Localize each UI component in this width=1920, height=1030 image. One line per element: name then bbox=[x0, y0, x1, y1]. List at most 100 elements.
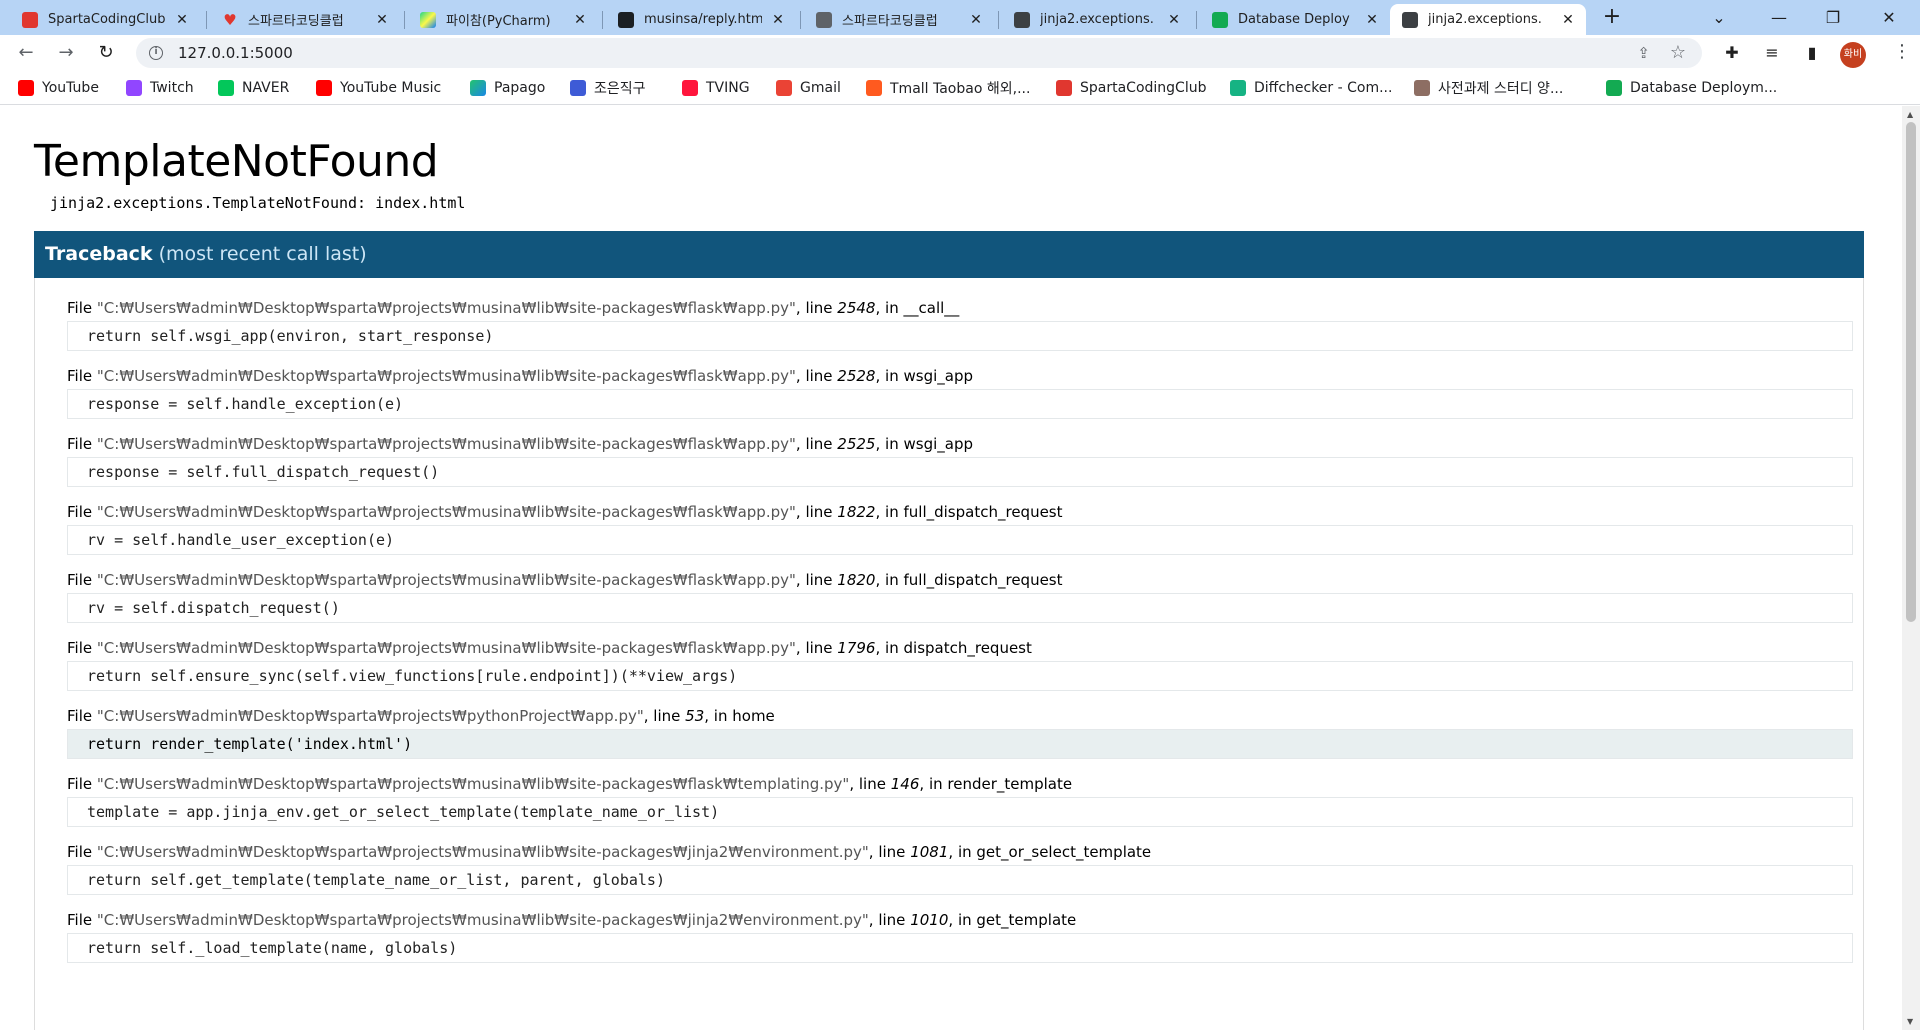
in-label: in bbox=[957, 911, 972, 929]
bookmark-papago[interactable]: Papago bbox=[470, 79, 545, 97]
bookmark-joeun[interactable]: 조은직구 bbox=[570, 79, 646, 97]
site-info-icon[interactable]: i bbox=[149, 46, 163, 60]
frame-function-name: __call__ bbox=[903, 299, 960, 317]
frame-source-line[interactable]: return self.wsgi_app(environ, start_resp… bbox=[67, 321, 1853, 351]
bookmark-tmall[interactable]: Tmall Taobao 해외,... bbox=[866, 79, 1030, 97]
frame-line-number: 2525 bbox=[837, 435, 876, 453]
naver-icon bbox=[218, 80, 234, 96]
frame-source-line-current[interactable]: return render_template('index.html') bbox=[67, 729, 1853, 759]
frame-source-line[interactable]: response = self.handle_exception(e) bbox=[67, 389, 1853, 419]
tab-search-icon[interactable]: ⌄ bbox=[1704, 6, 1734, 30]
frame-line-number: 1081 bbox=[910, 843, 949, 861]
bookmark-star-icon[interactable]: ☆ bbox=[1670, 42, 1686, 63]
frame-location: File "C:₩Users₩admin₩Desktop₩sparta₩proj… bbox=[67, 299, 960, 317]
in-label: in bbox=[885, 571, 899, 589]
tab-6[interactable]: Database Deploy ✕ bbox=[1200, 4, 1390, 35]
forward-button[interactable]: → bbox=[54, 41, 78, 65]
tab-7-active[interactable]: jinja2.exceptions. ✕ bbox=[1390, 4, 1586, 35]
bookmark-twitch[interactable]: Twitch bbox=[126, 79, 194, 97]
close-icon[interactable]: ✕ bbox=[1166, 12, 1182, 28]
minimize-button[interactable]: — bbox=[1764, 6, 1794, 30]
bookmark-label: Tmall Taobao 해외,... bbox=[890, 81, 1031, 97]
frame-source-line[interactable]: return self.ensure_sync(self.view_functi… bbox=[67, 661, 1853, 691]
media-control-icon[interactable]: ≡ bbox=[1760, 41, 1784, 65]
back-button[interactable]: ← bbox=[14, 41, 38, 65]
frame-filename: "C:₩Users₩admin₩Desktop₩sparta₩projects₩… bbox=[96, 707, 644, 725]
bookmark-label: Papago bbox=[494, 80, 546, 96]
profile-avatar[interactable]: 화비 bbox=[1840, 42, 1866, 68]
bookmark-naver[interactable]: NAVER bbox=[218, 79, 289, 97]
bookmark-label: 조은직구 bbox=[594, 81, 646, 97]
tab-1[interactable]: ♥ 스파르타코딩클럽 ✕ bbox=[210, 4, 400, 35]
tab-4[interactable]: 스파르타코딩클럽 ✕ bbox=[804, 4, 994, 35]
frame-source-line[interactable]: template = app.jinja_env.get_or_select_t… bbox=[67, 797, 1853, 827]
file-label: File bbox=[67, 299, 93, 317]
close-icon[interactable]: ✕ bbox=[174, 12, 190, 28]
z-logo-icon bbox=[570, 80, 586, 96]
bookmark-database-deployment[interactable]: Database Deploym... bbox=[1606, 79, 1777, 97]
close-icon[interactable]: ✕ bbox=[1364, 12, 1380, 28]
tab-separator bbox=[206, 11, 207, 29]
tab-5[interactable]: jinja2.exceptions. ✕ bbox=[1002, 4, 1192, 35]
new-tab-button[interactable]: + bbox=[1600, 6, 1624, 30]
bookmark-study[interactable]: 사전과제 스터디 양... bbox=[1414, 79, 1563, 97]
bookmark-tving[interactable]: TVING bbox=[682, 79, 750, 97]
restore-button[interactable]: ❐ bbox=[1818, 6, 1848, 30]
frame-source-line[interactable]: return self._load_template(name, globals… bbox=[67, 933, 1853, 963]
frame-source-line[interactable]: rv = self.handle_user_exception(e) bbox=[67, 525, 1853, 555]
bookmark-label: Diffchecker - Com... bbox=[1254, 80, 1393, 96]
close-icon[interactable]: ✕ bbox=[1560, 12, 1576, 28]
tab-title: Database Deploy bbox=[1238, 12, 1350, 27]
address-bar[interactable]: i 127.0.0.1:5000 ⇪ ☆ bbox=[136, 38, 1702, 68]
bookmark-label: SpartaCodingClub bbox=[1080, 80, 1207, 96]
line-label: line bbox=[805, 367, 833, 385]
tab-2[interactable]: 파이참(PyCharm) ✕ bbox=[408, 4, 598, 35]
file-label: File bbox=[67, 911, 93, 929]
frame-location: File "C:₩Users₩admin₩Desktop₩sparta₩proj… bbox=[67, 367, 974, 385]
tab-separator bbox=[998, 11, 999, 29]
scroll-down-arrow-icon[interactable]: ▼ bbox=[1907, 1017, 1913, 1026]
more-menu-icon[interactable]: ⋮ bbox=[1893, 41, 1911, 62]
side-panel-icon[interactable]: ▮ bbox=[1800, 41, 1824, 65]
terminal-icon bbox=[1402, 11, 1418, 28]
bookmarks-bar: YouTube Twitch NAVER YouTube Music Papag… bbox=[0, 71, 1920, 105]
in-label: in bbox=[885, 367, 899, 385]
frame-filename: "C:₩Users₩admin₩Desktop₩sparta₩projects₩… bbox=[96, 503, 796, 521]
frame-location: File "C:₩Users₩admin₩Desktop₩sparta₩proj… bbox=[67, 435, 974, 453]
tab-0[interactable]: SpartaCodingClub ✕ bbox=[10, 4, 200, 35]
bookmark-gmail[interactable]: Gmail bbox=[776, 79, 841, 97]
line-label: line bbox=[878, 843, 906, 861]
reload-button[interactable]: ↻ bbox=[94, 41, 118, 65]
scroll-thumb[interactable] bbox=[1906, 122, 1916, 622]
frame-function-name: home bbox=[732, 707, 775, 725]
page-content: TemplateNotFound jinja2.exceptions.Templ… bbox=[0, 106, 1902, 1030]
extensions-icon[interactable]: ✚ bbox=[1720, 41, 1744, 65]
file-label: File bbox=[67, 775, 93, 793]
bookmark-spartacodingclub[interactable]: SpartaCodingClub bbox=[1056, 79, 1206, 97]
bookmark-youtube-music[interactable]: YouTube Music bbox=[316, 79, 441, 97]
window-close-button[interactable]: ✕ bbox=[1874, 6, 1904, 30]
tab-3[interactable]: musinsa/reply.htm ✕ bbox=[606, 4, 796, 35]
frame-source-line[interactable]: return self.get_template(template_name_o… bbox=[67, 865, 1853, 895]
share-icon[interactable]: ⇪ bbox=[1637, 44, 1650, 62]
address-url[interactable]: 127.0.0.1:5000 bbox=[178, 44, 293, 62]
frame-filename: "C:₩Users₩admin₩Desktop₩sparta₩projects₩… bbox=[96, 299, 796, 317]
close-icon[interactable]: ✕ bbox=[968, 12, 984, 28]
bookmark-diffchecker[interactable]: Diffchecker - Com... bbox=[1230, 79, 1392, 97]
bookmark-label: 사전과제 스터디 양... bbox=[1438, 81, 1564, 97]
close-icon[interactable]: ✕ bbox=[572, 12, 588, 28]
bookmark-youtube[interactable]: YouTube bbox=[18, 79, 99, 97]
bookmark-label: Gmail bbox=[800, 80, 841, 96]
error-title: TemplateNotFound bbox=[34, 136, 439, 187]
vertical-scrollbar[interactable]: ▲ ▼ bbox=[1902, 106, 1920, 1030]
frame-source-line[interactable]: rv = self.dispatch_request() bbox=[67, 593, 1853, 623]
frame-filename: "C:₩Users₩admin₩Desktop₩sparta₩projects₩… bbox=[96, 367, 796, 385]
traceback-frame: File "C:₩Users₩admin₩Desktop₩sparta₩proj… bbox=[67, 706, 1853, 759]
frame-function-name: wsgi_app bbox=[903, 435, 974, 453]
frame-source-line[interactable]: response = self.full_dispatch_request() bbox=[67, 457, 1853, 487]
youtube-icon bbox=[18, 80, 34, 96]
close-icon[interactable]: ✕ bbox=[374, 12, 390, 28]
frame-filename: "C:₩Users₩admin₩Desktop₩sparta₩projects₩… bbox=[96, 639, 796, 657]
close-icon[interactable]: ✕ bbox=[770, 12, 786, 28]
scroll-up-arrow-icon[interactable]: ▲ bbox=[1907, 110, 1913, 119]
